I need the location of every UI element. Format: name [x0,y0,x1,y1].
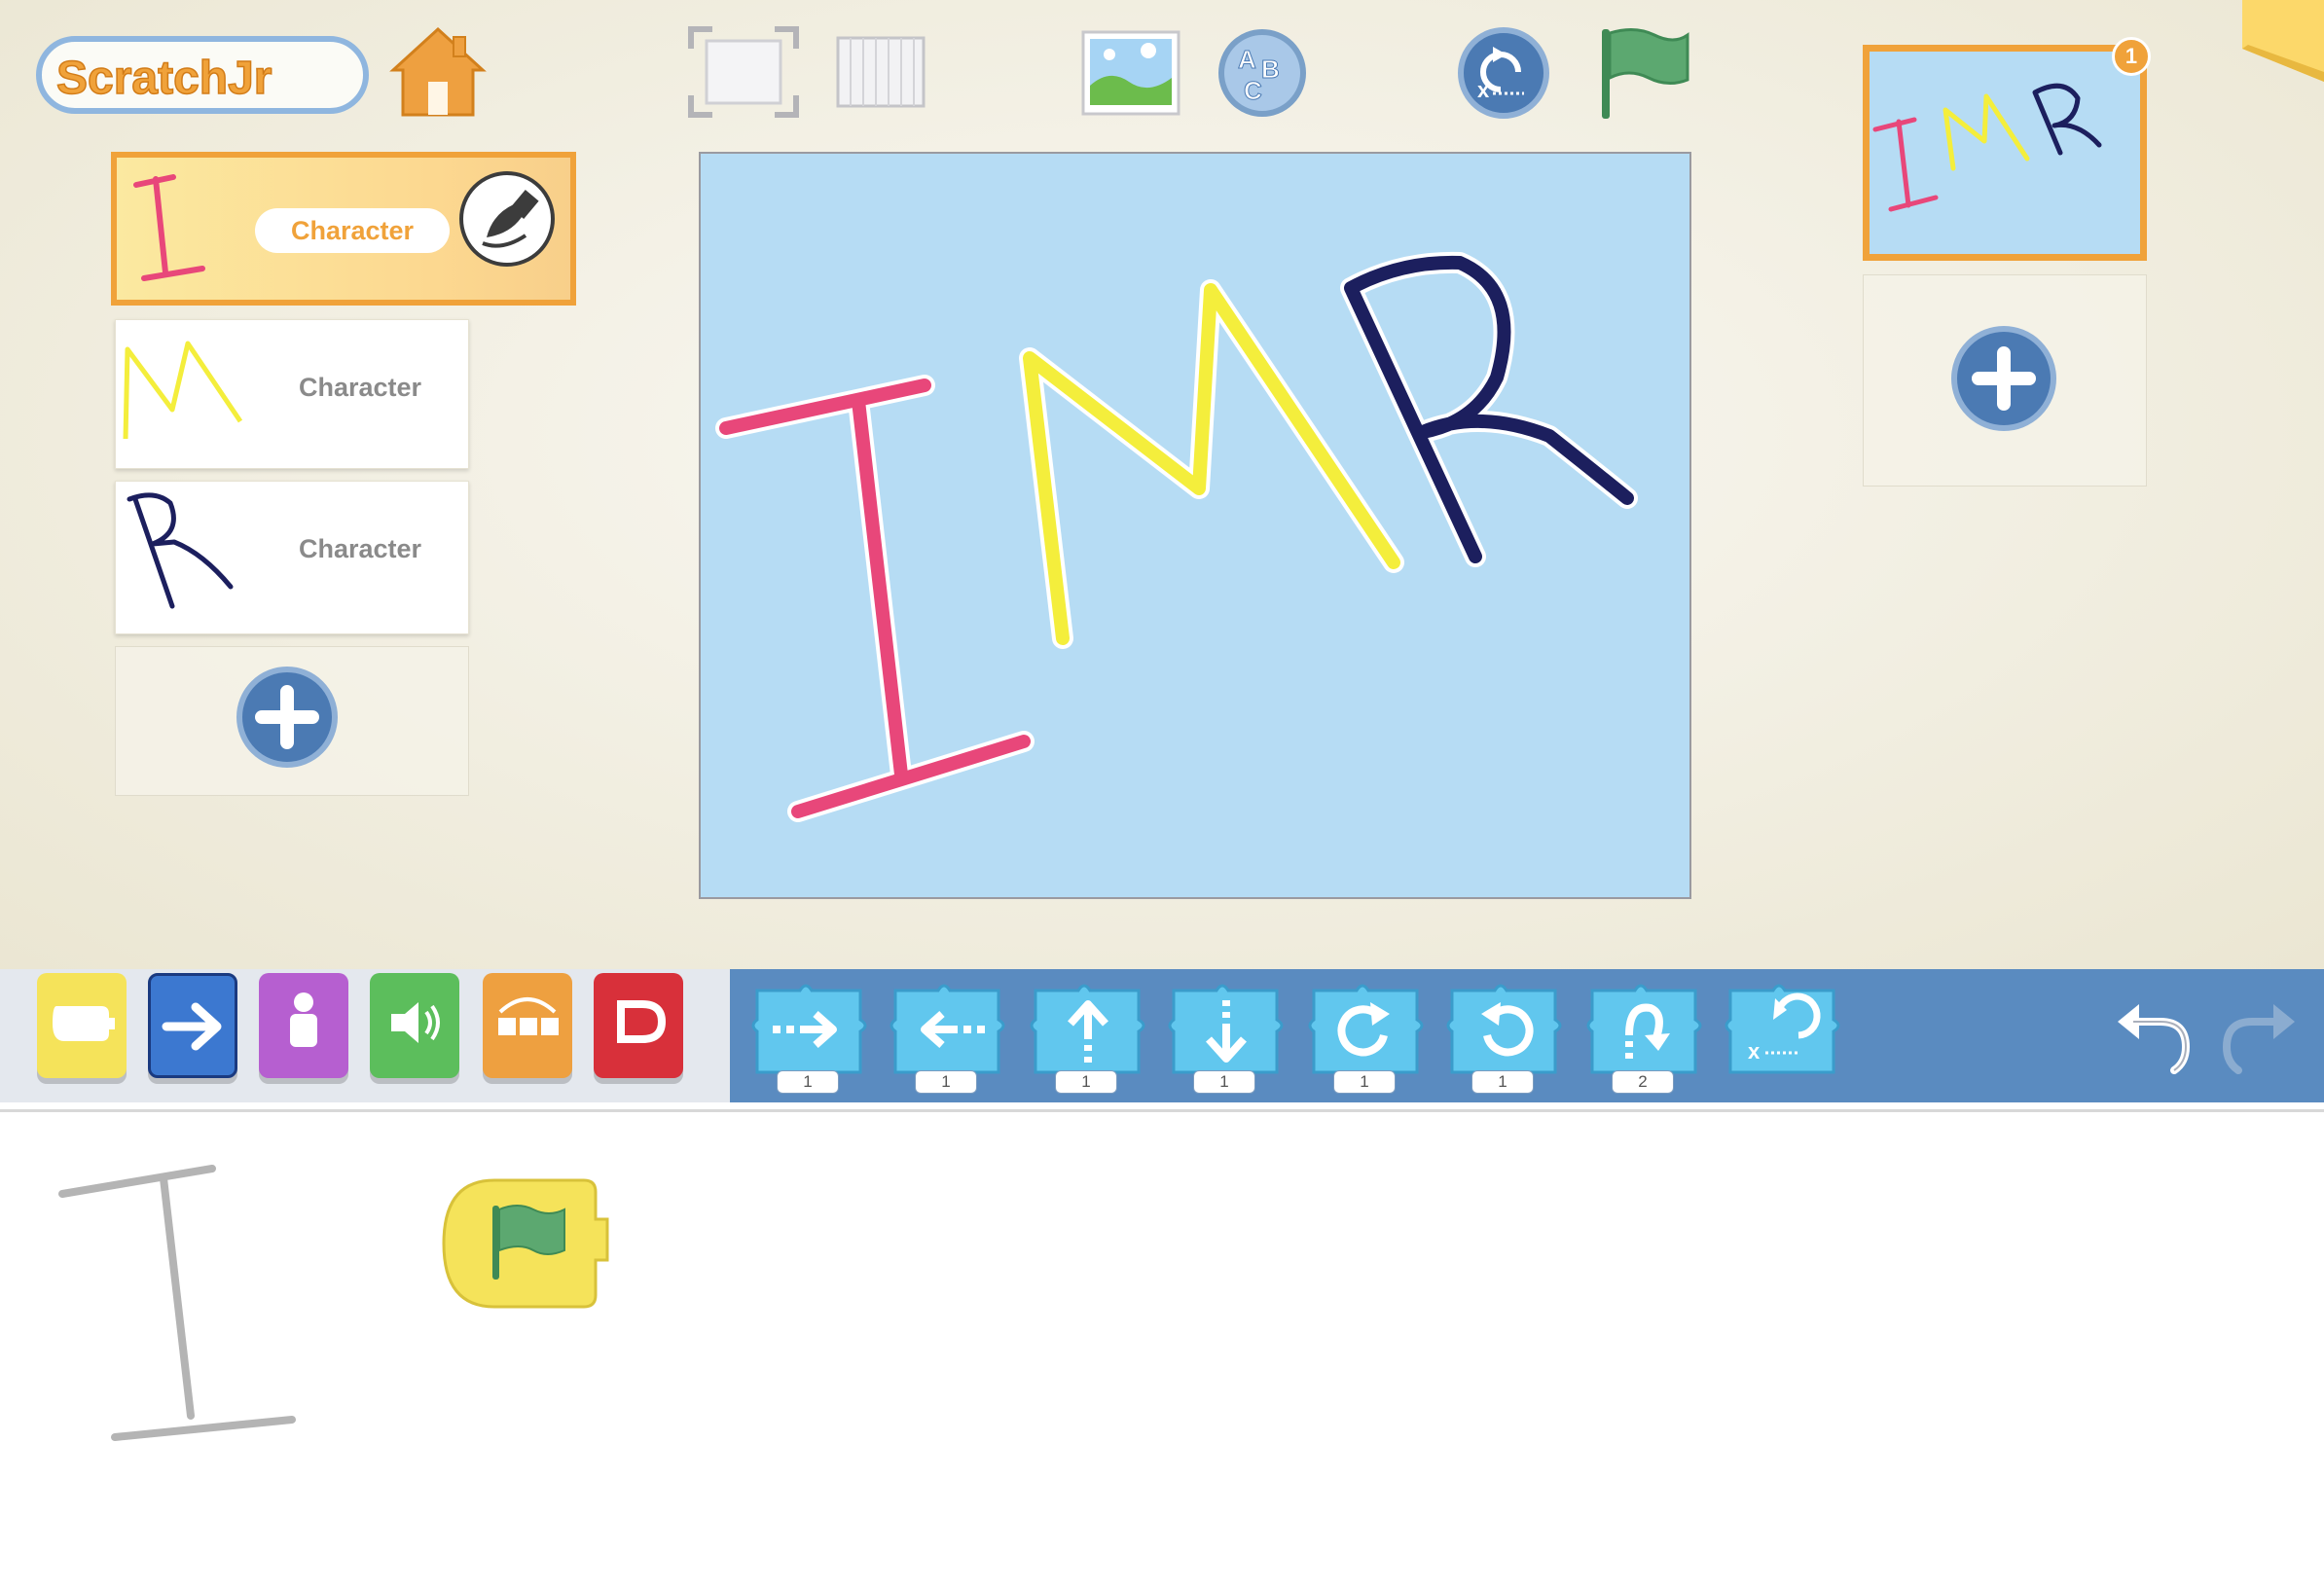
stage-sprite-r[interactable] [1340,251,1638,567]
block-count[interactable]: 1 [1055,1070,1117,1094]
category-triggering[interactable] [37,973,127,1078]
block-count[interactable]: 1 [1333,1070,1396,1094]
stage-sprite-m[interactable] [1019,279,1404,649]
redo-icon[interactable] [2219,992,2303,1074]
stage[interactable] [699,152,1691,899]
sprite-name: Character [290,216,415,245]
category-sound[interactable] [370,973,459,1078]
scratchjr-logo[interactable]: ScratchJr [35,31,372,119]
block-count[interactable]: 1 [1471,1070,1534,1094]
fullscreen-icon[interactable] [687,25,800,119]
block-count[interactable]: 1 [915,1070,977,1094]
block-count[interactable]: 1 [777,1070,839,1094]
category-end[interactable] [594,973,683,1078]
block-go-home[interactable]: x [1725,981,1841,1086]
script-area[interactable] [0,1109,2324,1587]
sprite-thumbnail-r [127,492,234,609]
undo-icon[interactable] [2110,992,2194,1074]
sprite-name-pill[interactable]: Character [255,208,450,253]
block-hop[interactable]: 2 [1586,981,1703,1094]
svg-text:A: A [1238,45,1256,74]
svg-text:C: C [1244,76,1262,105]
svg-text:ScratchJr: ScratchJr [56,53,272,104]
svg-text:B: B [1261,54,1280,84]
category-control[interactable] [483,973,572,1078]
sprite-thumbnail-m [123,341,243,440]
add-text-icon[interactable]: A B C [1218,29,1306,117]
svg-text:x: x [1477,78,1490,102]
info-corner-tab[interactable] [2242,0,2324,82]
page-thumbnail[interactable] [1863,45,2147,261]
sprite-name: Character [299,534,422,563]
background-icon[interactable] [1080,29,1181,117]
block-move-right[interactable]: 1 [751,981,868,1094]
block-move-left[interactable]: 1 [890,981,1006,1094]
block-turn-right[interactable]: 1 [1308,981,1425,1094]
add-page-slot [1863,274,2147,487]
green-flag-icon[interactable] [1596,25,1689,123]
add-sprite-slot [115,646,469,796]
category-motion[interactable] [148,973,237,1078]
sprite-card[interactable]: Character [115,481,469,634]
add-sprite-button[interactable] [236,667,338,768]
block-turn-left[interactable]: 1 [1446,981,1563,1094]
svg-text:x: x [1748,1039,1761,1064]
block-move-down[interactable]: 1 [1168,981,1285,1094]
page-number-badge: 1 [2112,37,2151,76]
category-looks[interactable] [259,973,348,1078]
script-sprite-thumbnail [58,1165,296,1441]
block-count[interactable]: 1 [1193,1070,1255,1094]
stage-sprite-i[interactable] [715,375,1035,822]
home-icon[interactable] [389,25,487,119]
page-number: 1 [2124,44,2138,68]
green-flag-trigger-block[interactable] [440,1176,615,1313]
sprite-card-selected[interactable]: Character [111,152,576,306]
sprite-name: Character [299,373,422,402]
paint-editor-icon[interactable] [459,171,555,267]
sprite-card[interactable]: Character [115,319,469,469]
block-count[interactable]: 2 [1612,1070,1674,1094]
sprite-thumbnail-i [133,174,205,281]
grid-icon[interactable] [835,35,926,111]
reset-icon[interactable]: x [1458,27,1549,119]
add-page-button[interactable] [1951,326,2056,431]
block-move-up[interactable]: 1 [1030,981,1146,1094]
